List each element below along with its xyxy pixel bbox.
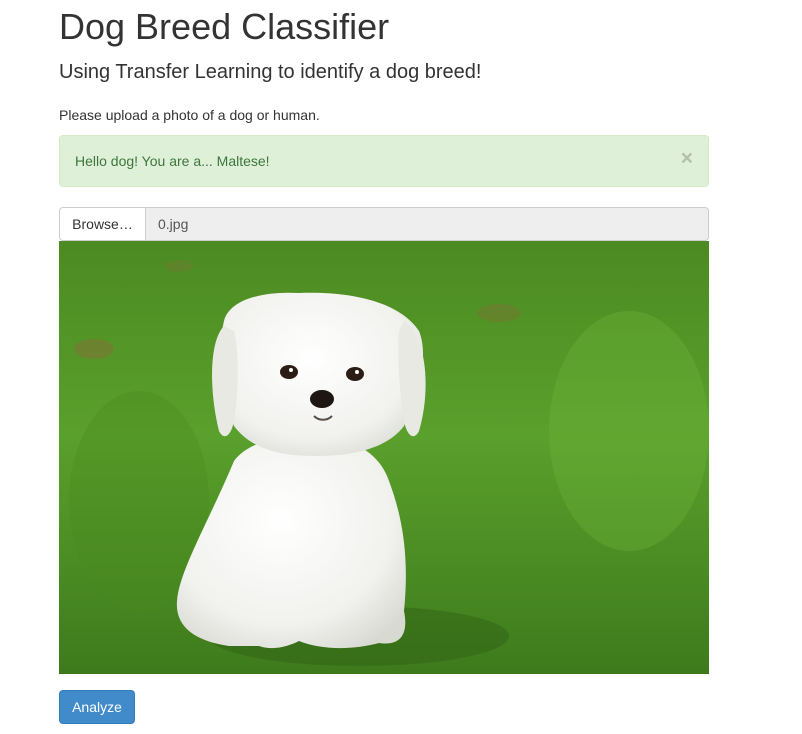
result-alert: Hello dog! You are a... Maltese! × — [59, 135, 709, 187]
image-preview — [59, 241, 709, 674]
file-input[interactable]: Browse… 0.jpg — [59, 207, 709, 241]
browse-button[interactable]: Browse… — [60, 208, 146, 240]
selected-file-name: 0.jpg — [158, 216, 189, 232]
page-subtitle: Using Transfer Learning to identify a do… — [59, 61, 482, 83]
analyze-button[interactable]: Analyze — [59, 690, 135, 724]
close-alert-button[interactable]: × — [681, 148, 693, 169]
page-title: Dog Breed Classifier — [59, 6, 390, 47]
result-message: Hello dog! You are a... Maltese! — [75, 153, 270, 169]
upload-instructions: Please upload a photo of a dog or human. — [59, 107, 320, 123]
dog-photo-icon — [59, 241, 709, 674]
